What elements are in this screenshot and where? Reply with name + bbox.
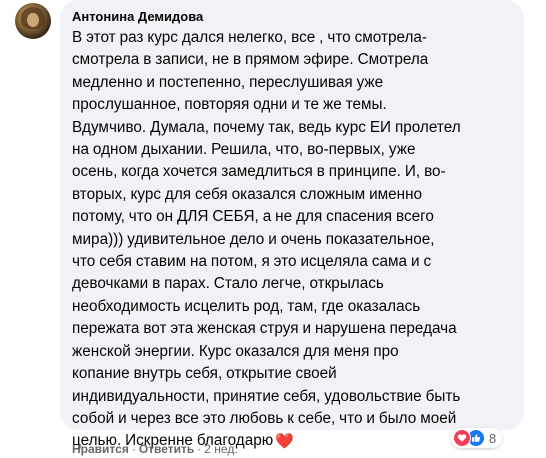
thumbs-up-icon — [472, 434, 481, 442]
comment-actions: Нравится · Ответить · 2 нед. — [72, 441, 238, 457]
comment-text: В этот раз курс дался нелегко, все , что… — [72, 27, 512, 454]
reaction-count: 8 — [489, 430, 497, 446]
separator-dot: · — [131, 442, 136, 456]
reply-button[interactable]: Ответить — [139, 442, 194, 456]
heart-shape-icon — [457, 434, 467, 442]
comment-bubble: Антонина Демидова В этот раз курс дался … — [60, 0, 524, 450]
avatar-face — [27, 13, 39, 27]
love-icon — [453, 429, 471, 447]
reactions-summary[interactable]: 8 — [451, 428, 503, 448]
heart-emoji-icon: ❤️ — [275, 433, 294, 451]
separator-dot: · — [197, 442, 202, 456]
avatar[interactable] — [15, 3, 51, 39]
like-button[interactable]: Нравится — [72, 442, 129, 456]
comment-author[interactable]: Антонина Демидова — [72, 8, 512, 26]
comment-body: В этот раз курс дался нелегко, все , что… — [72, 29, 461, 450]
comment-timestamp[interactable]: 2 нед. — [204, 442, 237, 456]
